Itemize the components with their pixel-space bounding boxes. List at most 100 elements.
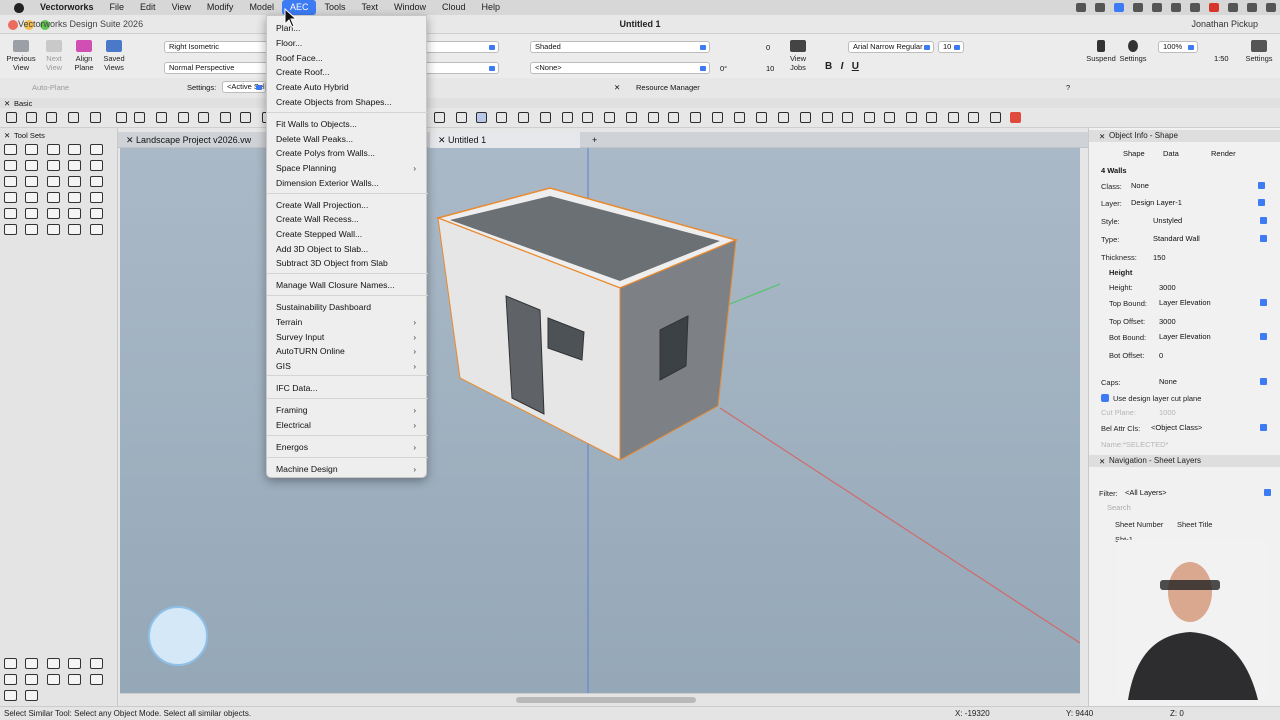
menu-item-create-wall-projection[interactable]: Create Wall Projection... <box>276 200 368 210</box>
tool-icon[interactable] <box>68 112 79 123</box>
zoom-select[interactable]: 100% <box>1158 41 1198 53</box>
close-icon[interactable] <box>8 20 18 30</box>
scroll-thumb[interactable] <box>516 697 696 703</box>
menu-item-delete-wall-peaks[interactable]: Delete Wall Peaks... <box>276 134 353 144</box>
menu-item-create-roof[interactable]: Create Roof... <box>276 67 330 77</box>
tool-palette-icon[interactable] <box>4 208 17 219</box>
tool-set-icon[interactable] <box>90 658 103 669</box>
tool-palette-icon[interactable] <box>47 176 60 187</box>
menu-item-energos[interactable]: Energos <box>276 442 308 452</box>
sheet-title-header[interactable]: Sheet Title <box>1177 520 1212 529</box>
tool-icon[interactable] <box>668 112 679 123</box>
menu-item-subtract-3d-object-from-slab[interactable]: Subtract 3D Object from Slab <box>276 258 388 268</box>
tool-icon[interactable] <box>712 112 723 123</box>
tool-palette-icon[interactable] <box>25 192 38 203</box>
tool-palette-icon[interactable] <box>68 192 81 203</box>
tool-icon[interactable] <box>926 112 937 123</box>
previous-view-button[interactable]: Previous View <box>6 40 36 72</box>
tool-icon[interactable] <box>800 112 811 123</box>
view-jobs-button[interactable]: View Jobs <box>786 40 810 72</box>
tool-set-icon[interactable] <box>4 690 17 701</box>
control-center-icon[interactable] <box>1266 3 1276 12</box>
tab-close-icon[interactable]: ✕ <box>438 135 448 145</box>
tool-icon[interactable] <box>26 112 37 123</box>
tool-set-icon[interactable] <box>68 674 81 685</box>
tool-icon[interactable] <box>198 112 209 123</box>
menu-item-survey-input[interactable]: Survey Input <box>276 332 324 342</box>
next-view-button[interactable]: Next View <box>40 40 68 72</box>
menu-text[interactable]: Text <box>353 0 386 15</box>
tool-palette-icon[interactable] <box>90 176 103 187</box>
tool-icon[interactable] <box>456 112 467 123</box>
tool-set-icon[interactable] <box>25 674 38 685</box>
tool-set-icon[interactable] <box>68 658 81 669</box>
tool-palette-icon[interactable] <box>25 160 38 171</box>
menu-item-manage-wall-closure-names[interactable]: Manage Wall Closure Names... <box>276 280 395 290</box>
tool-icon[interactable] <box>648 112 659 123</box>
tab-data[interactable]: Data <box>1163 149 1179 158</box>
tool-icon[interactable] <box>116 112 127 123</box>
tool-icon[interactable] <box>842 112 853 123</box>
settings-button-2[interactable]: Settings <box>1242 40 1276 63</box>
tool-set-icon[interactable] <box>4 674 17 685</box>
menu-item-gis[interactable]: GIS <box>276 361 291 371</box>
search-icon[interactable] <box>1247 3 1257 12</box>
thickness-field[interactable]: 150 <box>1153 253 1166 262</box>
tool-icon[interactable] <box>240 112 251 123</box>
tool-palette-icon[interactable] <box>4 176 17 187</box>
tool-palette-icon[interactable] <box>90 224 103 235</box>
tool-icon[interactable] <box>604 112 615 123</box>
basic-palette-close-icon[interactable]: ✕ <box>4 99 10 108</box>
tool-sets-close-icon[interactable]: ✕ <box>4 131 10 140</box>
tool-palette-icon[interactable] <box>68 160 81 171</box>
angle-value[interactable]: 0° <box>720 64 727 73</box>
lighting-select[interactable]: <None> <box>530 62 710 74</box>
align-plane-button[interactable]: Align Plane <box>70 40 98 72</box>
tool-icon[interactable] <box>582 112 593 123</box>
list-icon[interactable] <box>1095 3 1105 12</box>
menu-item-add-3d-object-to-slab[interactable]: Add 3D Object to Slab... <box>276 244 368 254</box>
tool-palette-icon[interactable] <box>47 144 60 155</box>
active-selection-select[interactable]: <Active Sel <box>222 81 266 93</box>
tool-palette-icon[interactable] <box>68 176 81 187</box>
menu-model[interactable]: Model <box>241 0 282 15</box>
tool-set-icon[interactable] <box>25 690 38 701</box>
cut-plane-checkbox[interactable] <box>1101 394 1109 402</box>
vpn-icon[interactable] <box>1133 3 1143 12</box>
caps-select[interactable]: None <box>1155 376 1267 387</box>
tool-palette-icon[interactable] <box>47 192 60 203</box>
font-select[interactable]: Arial Narrow Regular <box>848 41 934 53</box>
tool-icon[interactable] <box>6 112 17 123</box>
bot-bound-select[interactable]: Layer Elevation <box>1155 331 1267 342</box>
tool-icon[interactable] <box>518 112 529 123</box>
saved-views-button[interactable]: Saved Views <box>100 40 128 72</box>
menu-app[interactable]: Vectorworks <box>32 0 102 15</box>
menu-item-roof-face[interactable]: Roof Face... <box>276 53 323 63</box>
text-style-buttons[interactable]: B I U <box>825 62 965 72</box>
tool-icon[interactable] <box>778 112 789 123</box>
controls-icon[interactable] <box>1171 3 1181 12</box>
tool-icon[interactable] <box>434 112 445 123</box>
menu-view[interactable]: View <box>164 0 199 15</box>
help-icon[interactable]: ? <box>1066 83 1070 92</box>
tool-palette-icon[interactable] <box>47 208 60 219</box>
tool-icon[interactable] <box>90 112 101 123</box>
top-offset-field[interactable]: 3000 <box>1159 317 1176 326</box>
new-tab-button[interactable]: + <box>584 132 605 148</box>
drawing-viewport[interactable] <box>120 148 1080 693</box>
tool-palette-icon[interactable] <box>4 160 17 171</box>
tool-palette-icon[interactable] <box>25 224 38 235</box>
name-field[interactable]: *SELECTED* <box>1123 440 1168 449</box>
menu-item-fit-walls-to-objects[interactable]: Fit Walls to Objects... <box>276 119 357 129</box>
tool-icon[interactable] <box>156 112 167 123</box>
bot-offset-field[interactable]: 0 <box>1159 351 1163 360</box>
menu-item-create-objects-from-shapes[interactable]: Create Objects from Shapes... <box>276 97 392 107</box>
menu-help[interactable]: Help <box>474 0 509 15</box>
tool-palette-icon[interactable] <box>4 144 17 155</box>
tool-icon[interactable] <box>562 112 573 123</box>
tool-palette-icon[interactable] <box>90 208 103 219</box>
tool-icon[interactable] <box>968 112 979 123</box>
tool-icon[interactable] <box>476 112 487 123</box>
tool-icon[interactable] <box>220 112 231 123</box>
type-select[interactable]: Standard Wall <box>1149 233 1267 244</box>
